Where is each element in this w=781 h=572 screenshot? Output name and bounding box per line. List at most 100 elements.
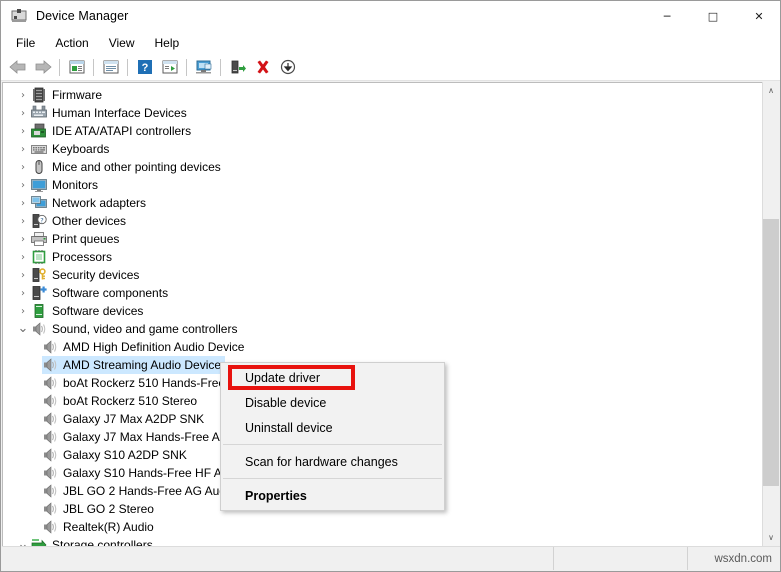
tree-item-label: Monitors bbox=[52, 178, 99, 192]
tree-item[interactable]: › Print queues bbox=[3, 230, 764, 248]
tree-item[interactable]: ⌄ Storage controllers bbox=[3, 536, 764, 546]
tree-item[interactable]: › Mice and other pointing devices bbox=[3, 158, 764, 176]
tree-item-content: Galaxy S10 Hands-Free HF Audio bbox=[42, 464, 248, 482]
context-menu-item-uninstall-device[interactable]: Uninstall device bbox=[221, 415, 444, 440]
scroll-down-button[interactable]: ∨ bbox=[763, 529, 779, 546]
toolbar: ? bbox=[1, 54, 780, 81]
hid-icon bbox=[31, 105, 47, 121]
chevron-down-icon[interactable]: ⌄ bbox=[15, 321, 31, 337]
show-hide-action-pane-button[interactable] bbox=[158, 56, 181, 78]
scrollbar-thumb[interactable] bbox=[763, 219, 779, 486]
tree-item-content: Processors bbox=[31, 248, 116, 266]
maximize-button[interactable]: □ bbox=[690, 1, 736, 32]
menu-file[interactable]: File bbox=[7, 33, 44, 54]
monitor-icon bbox=[31, 177, 47, 193]
network-adapter-icon bbox=[31, 195, 47, 211]
tree-item-content: Realtek(R) Audio bbox=[42, 518, 158, 536]
update-driver-button[interactable] bbox=[226, 56, 249, 78]
tree-item-label: Print queues bbox=[52, 232, 120, 246]
device-manager-icon bbox=[11, 8, 27, 24]
tree-item[interactable]: › Human Interface Devices bbox=[3, 104, 764, 122]
close-button[interactable]: ✕ bbox=[736, 1, 780, 32]
tree-item[interactable]: ›? Other devices bbox=[3, 212, 764, 230]
tree-item-label: AMD Streaming Audio Device bbox=[63, 358, 222, 372]
tree-item[interactable]: ⌄ Sound, video and game controllers bbox=[3, 320, 764, 338]
chevron-right-icon[interactable]: › bbox=[15, 213, 31, 229]
device-context-menu[interactable]: Update driver Disable device Uninstall dev… bbox=[220, 362, 445, 511]
device-manager-window: Device Manager ─ □ ✕ File Action View He… bbox=[0, 0, 781, 572]
chevron-right-icon[interactable]: › bbox=[15, 87, 31, 103]
tree-item[interactable]: › Network adapters bbox=[3, 194, 764, 212]
context-menu-item-properties[interactable]: Properties bbox=[221, 483, 444, 508]
sound-device-icon bbox=[42, 357, 58, 373]
tree-item-label: Storage controllers bbox=[52, 538, 153, 546]
vertical-scrollbar[interactable]: ∧ ∨ bbox=[762, 82, 779, 546]
chevron-right-icon[interactable]: › bbox=[15, 141, 31, 157]
help-button[interactable]: ? bbox=[133, 56, 156, 78]
chevron-right-icon[interactable]: › bbox=[15, 105, 31, 121]
disable-device-button[interactable] bbox=[276, 56, 299, 78]
maximize-icon: □ bbox=[707, 10, 719, 23]
show-hide-console-tree-button[interactable] bbox=[65, 56, 88, 78]
print-queue-icon bbox=[31, 231, 47, 247]
chevron-right-icon[interactable]: › bbox=[15, 159, 31, 175]
sound-device-icon bbox=[42, 465, 58, 481]
scan-for-hardware-changes-button[interactable] bbox=[192, 56, 215, 78]
tree-item-label: Sound, video and game controllers bbox=[52, 322, 238, 336]
menu-help[interactable]: Help bbox=[146, 33, 189, 54]
keyboard-icon bbox=[31, 141, 47, 157]
mouse-icon bbox=[31, 159, 47, 175]
ide-controller-icon bbox=[31, 123, 47, 139]
minimize-icon: ─ bbox=[663, 10, 671, 23]
chevron-right-icon[interactable]: › bbox=[15, 177, 31, 193]
tree-item[interactable]: › Keyboards bbox=[3, 140, 764, 158]
tree-item-content: Mice and other pointing devices bbox=[31, 158, 225, 176]
close-icon: ✕ bbox=[754, 10, 764, 23]
svg-text:?: ? bbox=[40, 216, 43, 224]
tree-item-content: Keyboards bbox=[31, 140, 113, 158]
forward-button[interactable] bbox=[31, 56, 54, 78]
tree-item[interactable]: › Firmware bbox=[3, 86, 764, 104]
chevron-right-icon[interactable]: › bbox=[15, 267, 31, 283]
tree-item-content: Galaxy S10 A2DP SNK bbox=[42, 446, 191, 464]
chevron-right-icon[interactable]: › bbox=[15, 249, 31, 265]
context-menu-item-update-driver[interactable]: Update driver bbox=[221, 365, 444, 390]
context-menu-item-scan-for-hardware-changes[interactable]: Scan for hardware changes bbox=[221, 449, 444, 474]
menu-action[interactable]: Action bbox=[46, 33, 97, 54]
tree-item[interactable]: Realtek(R) Audio bbox=[3, 518, 764, 536]
uninstall-device-button[interactable] bbox=[251, 56, 274, 78]
chevron-right-icon[interactable]: › bbox=[15, 123, 31, 139]
tree-item[interactable]: › Processors bbox=[3, 248, 764, 266]
tree-item-label: Firmware bbox=[52, 88, 102, 102]
chevron-right-icon[interactable]: › bbox=[15, 195, 31, 211]
tree-item[interactable]: AMD High Definition Audio Device bbox=[3, 338, 764, 356]
svg-text:?: ? bbox=[141, 62, 148, 74]
tree-item-content: AMD High Definition Audio Device bbox=[42, 338, 248, 356]
menu-view[interactable]: View bbox=[100, 33, 144, 54]
status-pane-message bbox=[2, 547, 554, 570]
tree-item-label: Processors bbox=[52, 250, 113, 264]
chevron-right-icon[interactable]: › bbox=[15, 285, 31, 301]
tree-item-label: Human Interface Devices bbox=[52, 106, 187, 120]
tree-item[interactable]: › Security devices bbox=[3, 266, 764, 284]
status-pane-secondary bbox=[554, 547, 688, 570]
chevron-right-icon[interactable]: › bbox=[15, 303, 31, 319]
chevron-down-icon[interactable]: ⌄ bbox=[15, 537, 31, 546]
window-title: Device Manager bbox=[36, 9, 129, 23]
tree-item-content: Sound, video and game controllers bbox=[31, 320, 241, 338]
tree-item[interactable]: › Software devices bbox=[3, 302, 764, 320]
caption-button-group: ─ □ ✕ bbox=[644, 1, 780, 32]
tree-item[interactable]: › IDE ATA/ATAPI controllers bbox=[3, 122, 764, 140]
properties-button[interactable] bbox=[99, 56, 122, 78]
scroll-up-button[interactable]: ∧ bbox=[763, 82, 779, 99]
tree-item-content: AMD Streaming Audio Device bbox=[42, 356, 226, 374]
sound-device-icon bbox=[42, 339, 58, 355]
tree-item-label: Software devices bbox=[52, 304, 144, 318]
back-button[interactable] bbox=[6, 56, 29, 78]
sound-device-icon bbox=[42, 429, 58, 445]
chevron-right-icon[interactable]: › bbox=[15, 231, 31, 247]
tree-item[interactable]: › Monitors bbox=[3, 176, 764, 194]
tree-item[interactable]: › Software components bbox=[3, 284, 764, 302]
context-menu-item-disable-device[interactable]: Disable device bbox=[221, 390, 444, 415]
minimize-button[interactable]: ─ bbox=[644, 1, 690, 32]
